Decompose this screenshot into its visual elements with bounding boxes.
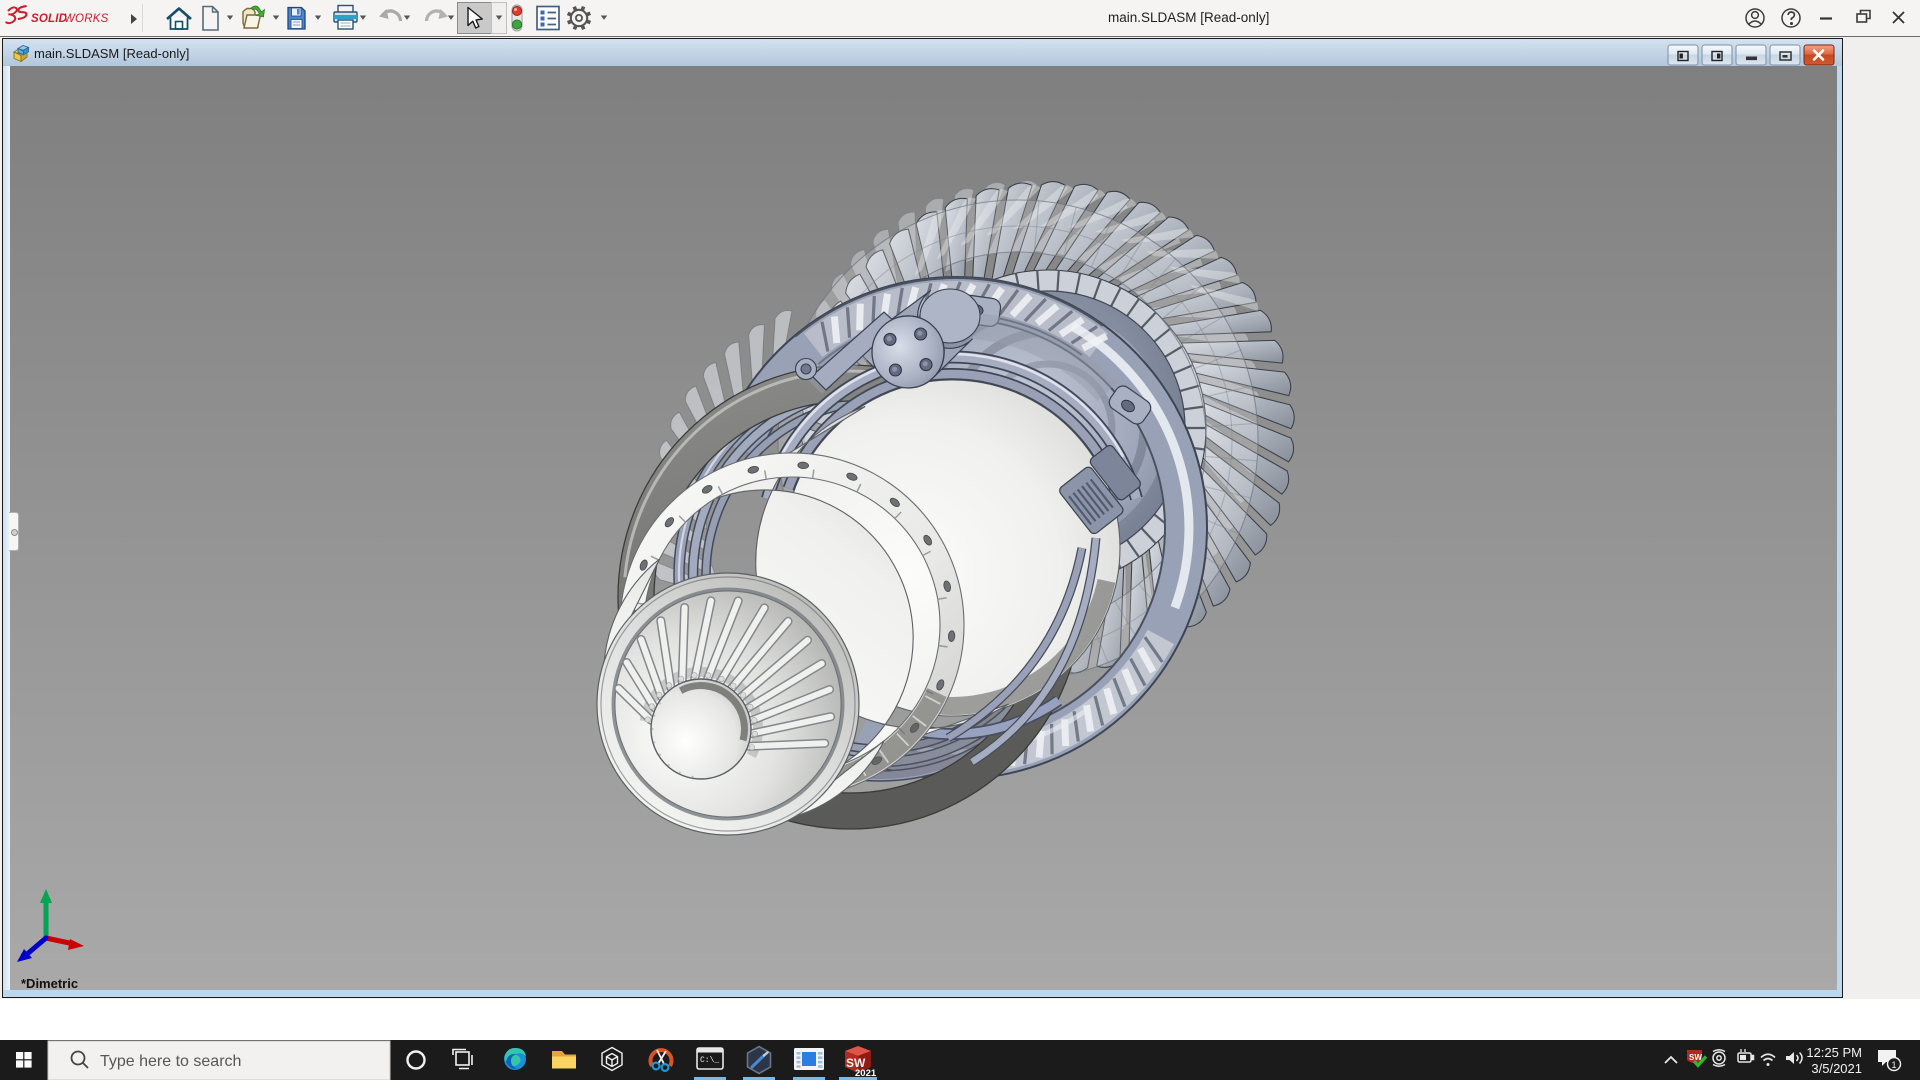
svg-text:Type here to search: Type here to search — [100, 1053, 241, 1070]
svg-text:C:\_: C:\_ — [700, 1056, 719, 1065]
svg-text:3/5/2021: 3/5/2021 — [1811, 1061, 1862, 1076]
svg-text:1: 1 — [1891, 1060, 1896, 1070]
svg-text:SOLID: SOLID — [31, 13, 67, 25]
svg-text:12:25 PM: 12:25 PM — [1806, 1045, 1862, 1060]
svg-text:WORKS: WORKS — [64, 13, 109, 25]
